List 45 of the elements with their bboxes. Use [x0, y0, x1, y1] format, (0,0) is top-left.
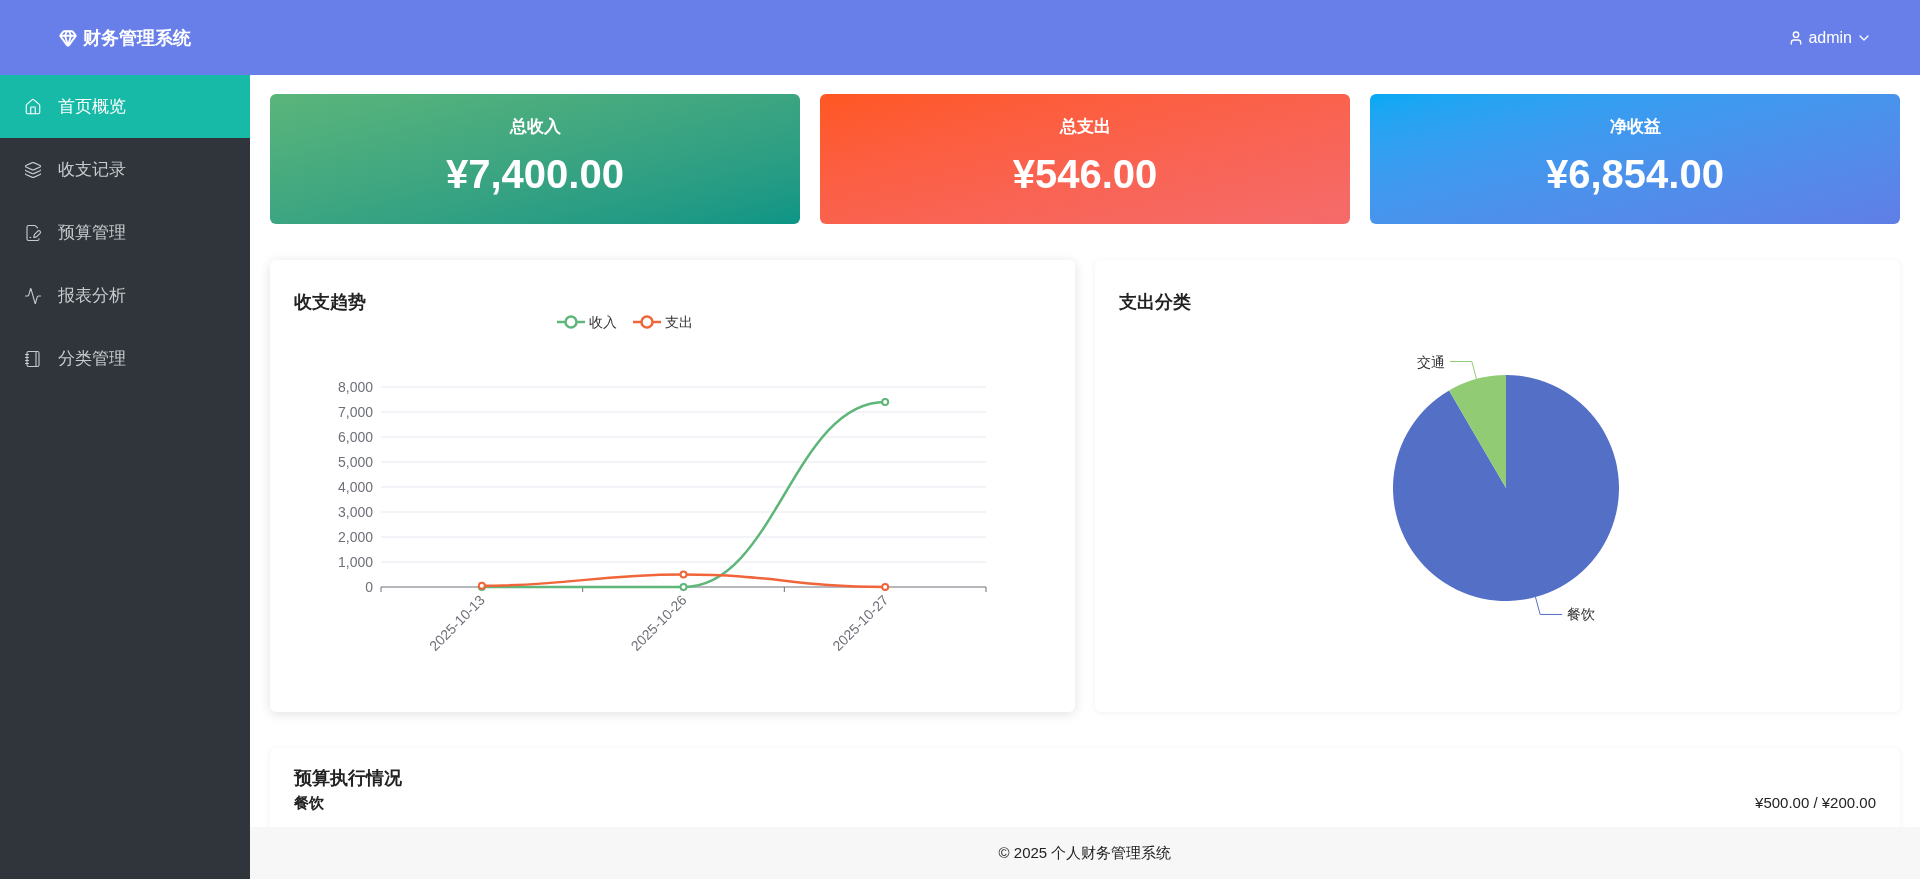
data-point [881, 583, 890, 591]
gem-icon [59, 28, 77, 47]
y-tick-label: 2,000 [337, 529, 373, 545]
y-tick-label: 7,000 [337, 404, 373, 420]
document-pen-icon [24, 223, 42, 242]
leader-line [1534, 596, 1563, 615]
budget-category: 餐饮 [294, 793, 324, 813]
y-tick-label: 1,000 [337, 554, 373, 570]
slice-label: 交通 [1416, 353, 1445, 370]
y-tick-label: 3,000 [337, 504, 373, 520]
notebook-icon [24, 349, 42, 368]
y-tick-label: 0 [365, 579, 373, 595]
house-icon [24, 97, 42, 116]
sidebar-item[interactable]: 报表分析 [0, 264, 250, 327]
y-tick-label: 6,000 [337, 429, 373, 445]
sidebar-item[interactable]: 收支记录 [0, 138, 250, 201]
stat-label: 总支出 [1059, 116, 1111, 139]
legend-item[interactable]: 支出 [632, 312, 693, 332]
slice-label: 餐饮 [1566, 606, 1595, 623]
brand-title: 财务管理系统 [83, 26, 191, 50]
stat-value: ¥6,854.00 [1546, 150, 1724, 198]
pulse-icon [24, 286, 42, 305]
stat-label: 净收益 [1609, 116, 1661, 139]
budget-amount: ¥500.00 / ¥200.00 [1755, 793, 1876, 813]
card-title: 支出分类 [1119, 291, 1192, 314]
data-point [881, 398, 890, 406]
y-tick-label: 4,000 [337, 479, 373, 495]
legend-marker-icon [556, 315, 585, 329]
leader-line [1448, 361, 1477, 380]
stat-value: ¥546.00 [1012, 150, 1158, 198]
data-point [679, 570, 688, 579]
sidebar-item[interactable]: 分类管理 [0, 327, 250, 390]
footer-text: © 2025 个人财务管理系统 [998, 842, 1172, 863]
legend-marker-icon [632, 315, 661, 329]
y-tick-label: 5,000 [337, 454, 373, 470]
card-title: 预算执行情况 [294, 767, 403, 790]
legend-item[interactable]: 收入 [556, 312, 617, 332]
layers-icon [24, 160, 42, 179]
stat-label: 总收入 [509, 116, 561, 139]
stat-value: ¥7,400.00 [446, 150, 624, 198]
sidebar-item[interactable]: 预算管理 [0, 201, 250, 264]
data-point [679, 583, 688, 591]
y-tick-label: 8,000 [337, 379, 373, 395]
card-title: 收支趋势 [294, 291, 367, 314]
user-menu[interactable]: admin [1788, 25, 1872, 50]
